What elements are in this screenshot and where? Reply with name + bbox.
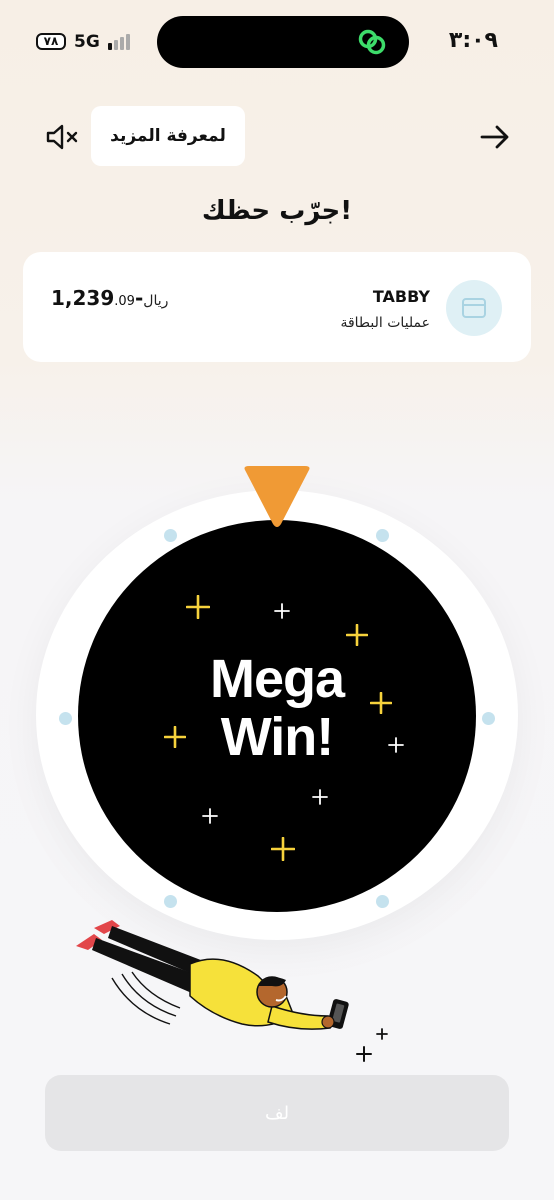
sparkle-icon (388, 737, 404, 753)
page-title: جرّب حظك! (201, 196, 353, 226)
spin-button[interactable]: لف (45, 1075, 509, 1151)
wheel-dot (164, 529, 177, 542)
wheel-dot (59, 712, 72, 725)
learn-more-button[interactable]: لمعرفة المزيد (91, 106, 245, 166)
amount-decimal: .09 (114, 294, 135, 309)
battery-indicator: ٧٨ (36, 33, 66, 50)
sparkle-icon (202, 808, 218, 824)
wheel-dot (376, 529, 389, 542)
wheel-result-text: Mega Win! (155, 650, 399, 766)
mute-button[interactable] (44, 122, 80, 152)
wheel-dot (482, 712, 495, 725)
sparkle-icon (312, 789, 328, 805)
sparkle-icon (346, 624, 368, 646)
result-line-1: Mega (209, 649, 345, 709)
transaction-category: عمليات البطاقة (340, 315, 430, 331)
sparkle-icon (186, 595, 210, 619)
wheel-dot (164, 895, 177, 908)
arrow-right-icon (480, 125, 509, 149)
currency-label: ريال (143, 293, 169, 309)
wheel-dot (376, 895, 389, 908)
sparkle-icon (164, 726, 186, 748)
flying-person-illustration (76, 920, 349, 1030)
transaction-amount: ريال-1,239.09 (51, 286, 176, 310)
wheel-pointer-icon (244, 466, 310, 527)
sparkle-icon (370, 692, 392, 714)
merchant-name: TABBY (372, 287, 430, 306)
clock: ٣:٠٩ (448, 28, 498, 53)
sparkle-icon (376, 1028, 388, 1040)
sparkle-icon (271, 837, 295, 861)
status-bar: ٧٨ 5G ٣:٠٩ (0, 0, 554, 84)
sparkle-icon (356, 1046, 372, 1062)
transaction-card: TABBY عمليات البطاقة ريال-1,239.09 (23, 252, 531, 362)
sparkle-icon (274, 603, 290, 619)
card-icon (446, 280, 502, 336)
link-rings-icon (358, 29, 386, 55)
dynamic-island (157, 16, 409, 68)
speaker-mute-icon (46, 124, 78, 150)
back-button[interactable] (478, 120, 512, 154)
result-line-2: Win! (220, 707, 334, 767)
network-label: 5G (74, 32, 100, 52)
signal-icon (108, 34, 134, 50)
